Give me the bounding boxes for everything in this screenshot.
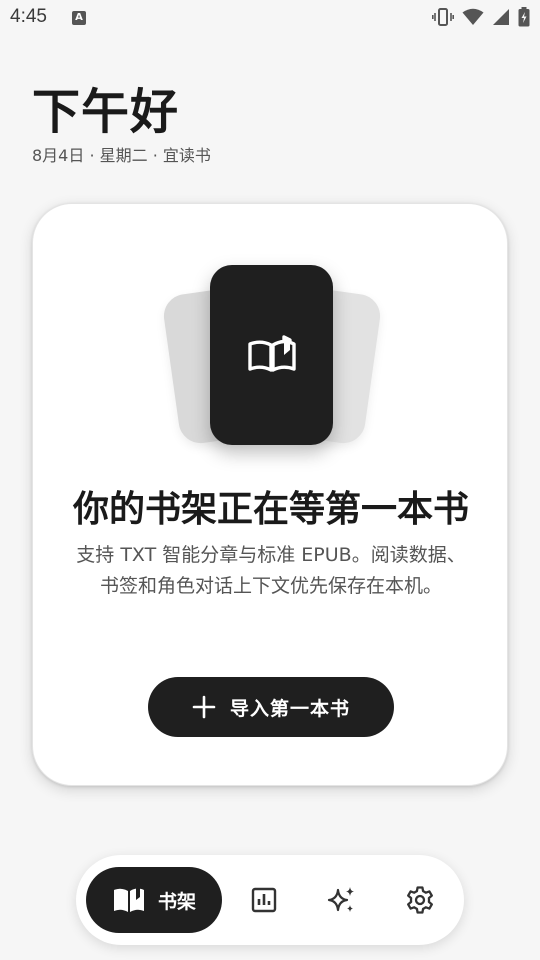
nav-item-stats[interactable] [244, 880, 284, 920]
empty-state-description: 支持 TXT 智能分章与标准 EPUB。阅读数据、书签和角色对话上下文优先保存在… [76, 544, 466, 597]
bookshelf-icon [113, 888, 144, 912]
import-button-label: 导入第一本书 [229, 698, 350, 720]
vibrate-icon [432, 8, 454, 26]
home-screen: 4:45 A 下午好 8月4日 · 星期二 · 宜读书 你的书架正在等第一本书 … [0, 0, 540, 960]
empty-state-title: 你的书架正在等第一本书 [72, 488, 469, 530]
plus-icon [192, 695, 216, 719]
status-time: 4:45 [10, 6, 47, 27]
nav-item-ai[interactable] [322, 880, 362, 920]
status-bar: 4:45 A [0, 0, 540, 36]
greeting-title: 下午好 [32, 84, 180, 140]
date-subtitle: 8月4日 · 星期二 · 宜读书 [32, 146, 211, 165]
gear-icon [407, 886, 433, 914]
bottom-nav: 书架 [76, 855, 464, 945]
status-icons [432, 7, 530, 27]
front-book-card [210, 265, 333, 445]
nav-item-settings[interactable] [400, 880, 440, 920]
stats-icon [251, 887, 277, 913]
bookshelf-illustration [33, 204, 509, 464]
wifi-icon [462, 8, 484, 25]
open-book-icon [247, 335, 296, 372]
nav-item-bookshelf[interactable]: 书架 [86, 867, 222, 933]
notification-icon: A [72, 11, 86, 25]
nav-label-bookshelf: 书架 [157, 890, 196, 913]
signal-icon [493, 9, 509, 25]
sparkle-icon [327, 887, 354, 912]
battery-icon [518, 7, 530, 27]
import-first-book-button[interactable]: 导入第一本书 [148, 677, 394, 737]
empty-bookshelf-card: 你的书架正在等第一本书 支持 TXT 智能分章与标准 EPUB。阅读数据、书签和… [32, 203, 508, 786]
